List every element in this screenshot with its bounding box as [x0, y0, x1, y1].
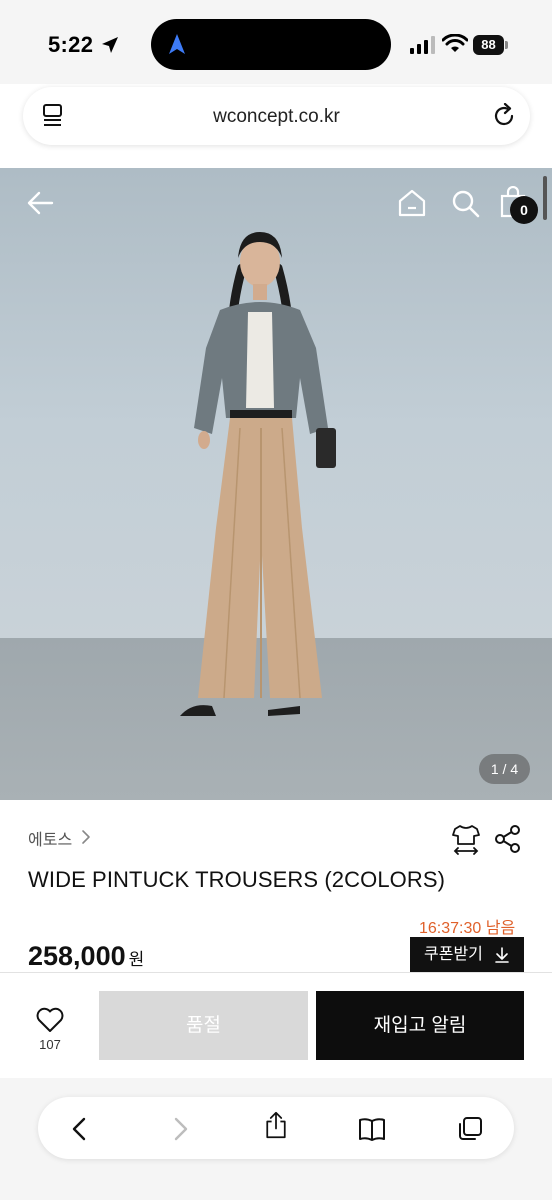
cart-count-badge[interactable]: 0 — [510, 196, 538, 224]
url-text[interactable]: wconcept.co.kr — [23, 106, 530, 128]
price-amount: 258,000 — [28, 941, 126, 971]
coupon-download-button[interactable]: 쿠폰받기 — [410, 937, 524, 973]
scroll-indicator — [543, 176, 547, 220]
bookmarks-icon[interactable] — [358, 1115, 386, 1143]
battery-cap — [505, 41, 508, 49]
product-image[interactable] — [0, 168, 552, 800]
battery-icon: 88 — [473, 35, 509, 55]
wifi-icon — [442, 34, 468, 52]
browser-toolbar — [0, 1078, 552, 1200]
home-icon[interactable] — [397, 188, 427, 218]
signal-icon — [410, 36, 435, 54]
coupon-button-label: 쿠폰받기 — [424, 946, 483, 963]
price: 258,000 원 — [28, 941, 144, 972]
status-bar: 5:22 88 — [0, 0, 552, 84]
image-counter: 1 / 4 — [479, 754, 530, 784]
status-time: 5:22 — [48, 32, 94, 57]
heart-icon[interactable] — [36, 1007, 64, 1033]
download-icon — [495, 947, 509, 963]
wishlist-count: 107 — [39, 1037, 61, 1052]
search-icon[interactable] — [450, 188, 480, 218]
price-unit: 원 — [128, 950, 145, 969]
restock-alert-button[interactable]: 재입고 알림 — [316, 991, 524, 1060]
battery-level: 88 — [473, 35, 504, 55]
chevron-right-icon[interactable] — [80, 829, 92, 845]
forward-icon[interactable] — [166, 1115, 194, 1143]
navigation-arrow-icon — [169, 34, 185, 54]
model-photo — [180, 232, 336, 716]
back-arrow-icon[interactable] — [26, 188, 56, 218]
share-icon[interactable] — [262, 1111, 290, 1139]
product-name: WIDE PINTUCK TROUSERS (2COLORS) — [28, 867, 446, 892]
share-icon[interactable] — [494, 824, 522, 854]
reload-icon[interactable] — [493, 103, 517, 129]
back-icon[interactable] — [66, 1115, 94, 1143]
address-bar[interactable]: wconcept.co.kr — [23, 87, 530, 145]
brand-link[interactable]: 에토스 — [28, 826, 72, 850]
coupon-timer: 16:37:30 남음 — [419, 920, 516, 937]
size-guide-icon[interactable] — [451, 824, 481, 856]
location-arrow-icon — [102, 37, 118, 53]
sold-out-button[interactable]: 품절 — [99, 991, 308, 1060]
toolbar-pill — [38, 1097, 514, 1159]
tabs-icon[interactable] — [456, 1115, 484, 1143]
